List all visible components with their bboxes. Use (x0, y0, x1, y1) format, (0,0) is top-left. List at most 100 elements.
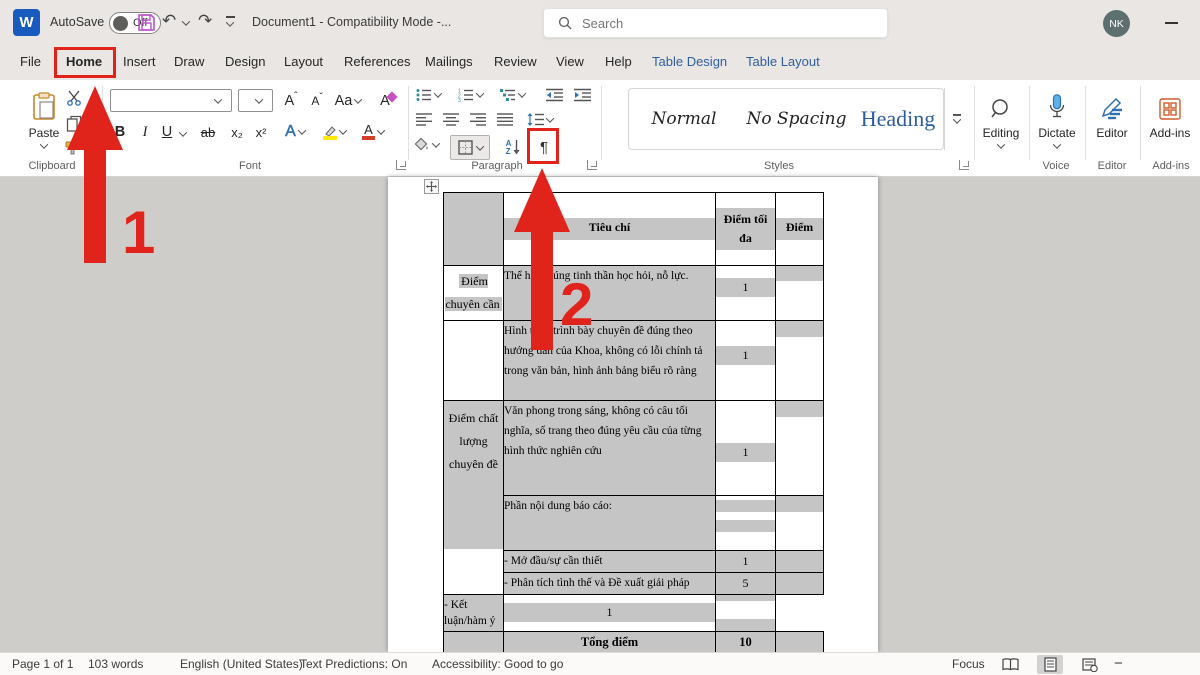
paragraph-group-label: Paragraph (471, 160, 522, 172)
clipboard-dialog-launcher[interactable] (92, 160, 102, 170)
multilevel-list-button[interactable] (500, 88, 525, 102)
tab-references[interactable]: References (344, 54, 410, 69)
print-layout-button[interactable] (1037, 655, 1063, 674)
tab-view[interactable]: View (556, 54, 584, 69)
align-right-button[interactable] (470, 113, 486, 126)
max-cell: 1 (716, 321, 776, 401)
editor-button[interactable]: Editor (1087, 86, 1137, 164)
style-normal[interactable]: Normal (629, 109, 739, 129)
accessibility-status[interactable]: Accessibility: Good to go (432, 657, 563, 671)
language-indicator[interactable]: English (United States) (180, 657, 303, 671)
paragraph-dialog-launcher[interactable] (587, 160, 597, 170)
paste-button[interactable]: Paste (18, 86, 70, 164)
dictate-button[interactable]: Dictate (1031, 86, 1083, 164)
cut-icon[interactable] (66, 90, 82, 106)
highlight-color-button[interactable] (318, 120, 350, 144)
sort-button[interactable]: AZ (500, 135, 526, 160)
add-ins-button[interactable]: Add-ins (1143, 86, 1197, 164)
tab-file[interactable]: File (20, 54, 41, 69)
tab-insert[interactable]: Insert (123, 54, 156, 69)
word-count[interactable]: 103 words (88, 657, 143, 671)
minimize-button[interactable] (1165, 22, 1178, 24)
borders-button[interactable] (450, 135, 490, 160)
font-size-combo[interactable] (238, 89, 273, 112)
redo-button[interactable]: ↷ (198, 11, 212, 31)
header-corner-cell (444, 193, 504, 266)
tab-design[interactable]: Design (225, 54, 265, 69)
underline-dropdown-icon[interactable] (179, 128, 187, 136)
dictate-label: Dictate (1038, 126, 1075, 140)
justify-icon (497, 113, 513, 126)
group-cell: Điểm chất lượng chuyên đề (444, 401, 504, 595)
text-predictions-indicator[interactable]: Text Predictions: On (300, 657, 407, 671)
tab-layout[interactable]: Layout (284, 54, 323, 69)
font-name-input[interactable] (111, 90, 215, 111)
underline-button[interactable]: U (158, 120, 176, 144)
focus-button[interactable]: Focus (952, 657, 985, 671)
sort-arrow-icon (513, 140, 520, 155)
style-heading[interactable]: Heading (854, 106, 942, 132)
decrease-indent-button[interactable] (546, 88, 563, 102)
align-center-button[interactable] (443, 113, 459, 126)
score-cell (716, 595, 776, 632)
document-canvas: Tiêu chí Điểm tối đa Điểm Điểm chuyên cầ… (0, 177, 1200, 652)
tab-table-design[interactable]: Table Design (652, 54, 727, 69)
styles-group-label: Styles (764, 160, 794, 172)
bold-button[interactable]: B (110, 120, 130, 144)
grading-table[interactable]: Tiêu chí Điểm tối đa Điểm Điểm chuyên cầ… (443, 192, 824, 654)
bullets-button[interactable] (416, 88, 441, 102)
clear-formatting-button[interactable]: A (376, 90, 400, 112)
editor-label: Editor (1096, 126, 1127, 140)
tab-mailings[interactable]: Mailings (425, 54, 473, 69)
total-max-cell: 10 (716, 632, 776, 654)
font-color-button[interactable]: A (358, 120, 388, 144)
strikethrough-button[interactable]: ab (196, 120, 220, 144)
tab-draw[interactable]: Draw (174, 54, 204, 69)
table-move-handle[interactable] (424, 179, 439, 194)
account-avatar[interactable]: NK (1103, 10, 1130, 37)
print-layout-icon (1044, 657, 1057, 672)
undo-button[interactable]: ↶ (162, 11, 176, 31)
read-mode-button[interactable] (997, 655, 1023, 674)
subscript-button[interactable]: x₂ (226, 120, 248, 144)
toggle-knob (113, 16, 128, 31)
font-dialog-launcher[interactable] (396, 160, 406, 170)
page-indicator[interactable]: Page 1 of 1 (12, 657, 73, 671)
zoom-out-button[interactable]: − (1114, 655, 1123, 672)
line-spacing-button[interactable] (527, 113, 553, 126)
styles-more-button[interactable] (944, 88, 968, 150)
copy-icon[interactable] (66, 115, 82, 132)
align-left-button[interactable] (416, 113, 432, 126)
header-score-cell: Điểm (776, 193, 824, 266)
grow-font-button[interactable]: Aˆ (280, 90, 302, 112)
web-layout-button[interactable] (1077, 655, 1103, 674)
chevron-down-icon (214, 95, 222, 103)
font-name-combo[interactable] (110, 89, 232, 112)
format-painter-icon[interactable] (64, 140, 82, 156)
numbering-button[interactable]: 123 (458, 88, 483, 102)
qat-customize-icon[interactable] (226, 18, 234, 26)
styles-dialog-launcher[interactable] (959, 160, 969, 170)
increase-indent-button[interactable] (574, 88, 591, 102)
save-icon[interactable] (136, 12, 157, 33)
editing-button[interactable]: Editing (976, 86, 1026, 164)
move-arrows-icon (426, 181, 437, 192)
text-effects-button[interactable]: A (282, 120, 308, 144)
change-case-button[interactable]: Aa (333, 90, 363, 112)
style-no-spacing[interactable]: No Spacing (739, 109, 854, 129)
font-size-input[interactable] (239, 90, 256, 111)
shrink-font-button[interactable]: Aˇ (306, 90, 328, 112)
group-cell (444, 321, 504, 401)
tab-review[interactable]: Review (494, 54, 537, 69)
superscript-button[interactable]: x² (250, 120, 272, 144)
tab-table-layout[interactable]: Table Layout (746, 54, 820, 69)
undo-dropdown-icon[interactable] (182, 17, 190, 25)
shading-button[interactable] (414, 137, 439, 152)
justify-button[interactable] (497, 113, 513, 126)
search-box[interactable] (543, 8, 888, 38)
search-input[interactable] (582, 16, 832, 31)
document-page[interactable]: Tiêu chí Điểm tối đa Điểm Điểm chuyên cầ… (388, 177, 878, 652)
borders-icon (458, 140, 473, 155)
tab-help[interactable]: Help (605, 54, 632, 69)
italic-button[interactable]: I (136, 120, 154, 144)
